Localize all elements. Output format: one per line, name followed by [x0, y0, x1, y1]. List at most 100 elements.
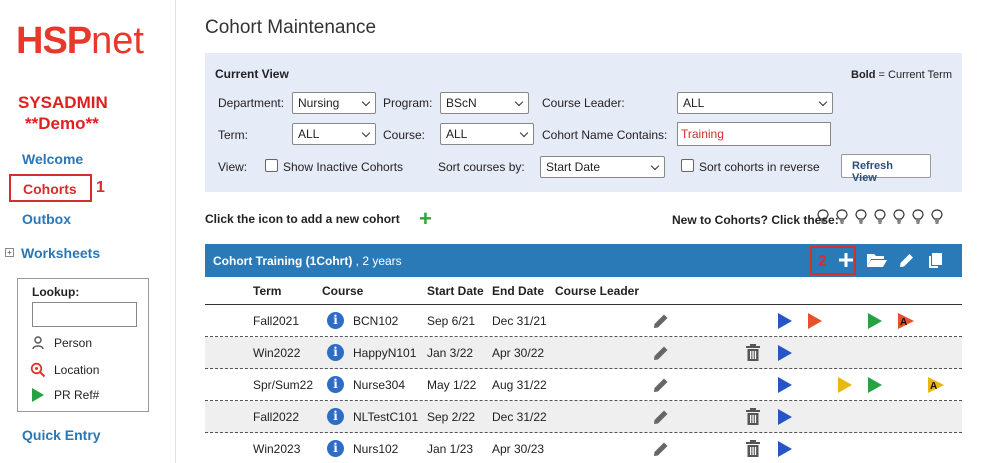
lightbulb-icon[interactable] [930, 209, 944, 225]
sort-reverse-checkbox[interactable] [681, 159, 694, 172]
nav-welcome[interactable]: Welcome [22, 151, 83, 167]
copy-icon[interactable] [927, 252, 943, 269]
add-cohort-plus-icon[interactable]: + [419, 206, 432, 232]
pencil-icon[interactable] [652, 312, 670, 330]
trash-icon[interactable] [745, 440, 761, 458]
info-icon[interactable]: i [327, 312, 344, 329]
row-end: Apr 30/22 [492, 346, 545, 360]
play-green-icon[interactable] [867, 312, 883, 330]
show-inactive-label: Show Inactive Cohorts [283, 160, 404, 174]
row-start: Sep 2/22 [427, 410, 476, 424]
row-course[interactable]: BCN102 [353, 314, 398, 328]
nav-cohorts[interactable]: Cohorts [23, 181, 77, 197]
play-yellow-icon[interactable] [837, 376, 853, 394]
info-icon[interactable]: i [327, 408, 344, 425]
lightbulb-icon[interactable] [835, 209, 849, 225]
pencil-icon[interactable] [898, 252, 915, 269]
row-term: Win2022 [253, 346, 301, 360]
lookup-panel: Lookup: Person Location PR Ref# [17, 278, 149, 412]
info-icon[interactable]: i [327, 376, 344, 393]
current-term-note: Bold = Current Term [851, 69, 952, 81]
location-search-icon [30, 362, 46, 378]
lightbulb-icon[interactable] [854, 209, 868, 225]
table-row: Win2022 i HappyN101 Jan 3/22 Apr 30/22 [205, 337, 962, 369]
row-term: Fall2021 [253, 314, 300, 328]
course-leader-select[interactable]: ALL [677, 92, 833, 114]
row-course[interactable]: NLTestC101 [353, 410, 418, 424]
course-select[interactable]: ALL [440, 123, 534, 145]
nav-worksheets[interactable]: Worksheets [21, 245, 100, 261]
show-inactive-checkbox[interactable] [265, 159, 278, 172]
info-icon[interactable]: i [327, 344, 344, 361]
lookup-input[interactable] [32, 302, 137, 327]
play-icon [30, 387, 46, 403]
play-a-yellow-icon[interactable]: A [927, 376, 945, 394]
current-view-title: Current View [215, 67, 289, 81]
page-title: Cohort Maintenance [205, 17, 377, 38]
nav-outbox[interactable]: Outbox [22, 211, 71, 227]
col-term[interactable]: Term [253, 284, 281, 298]
folder-open-icon[interactable] [866, 252, 888, 268]
new-to-cohorts-text: New to Cohorts? Click these: [672, 213, 839, 227]
row-start: Jan 3/22 [427, 346, 474, 360]
col-course[interactable]: Course [322, 284, 363, 298]
current-view-panel: Current View Bold = Current Term Departm… [205, 53, 962, 192]
lightbulb-icon[interactable] [892, 209, 906, 225]
lookup-location-label: Location [54, 363, 100, 377]
row-term: Fall2022 [253, 410, 300, 424]
program-select[interactable]: BScN [440, 92, 529, 114]
col-end-date[interactable]: End Date [492, 284, 544, 298]
sort-courses-select[interactable]: Start Date [540, 156, 665, 178]
lookup-location[interactable]: Location [30, 362, 99, 378]
department-select[interactable]: Nursing [292, 92, 376, 114]
info-icon[interactable]: i [327, 440, 344, 457]
nav-cohorts-highlight[interactable]: Cohorts [9, 174, 92, 202]
view-label: View: [218, 160, 248, 174]
lightbulb-icon[interactable] [911, 209, 925, 225]
pencil-icon[interactable] [652, 440, 670, 458]
row-course[interactable]: Nurse304 [353, 378, 405, 392]
sort-reverse-label: Sort cohorts in reverse [699, 160, 820, 174]
row-term: Win2023 [253, 442, 301, 456]
lookup-pr-ref[interactable]: PR Ref# [30, 387, 99, 403]
trash-icon[interactable] [745, 344, 761, 362]
annotation-2: 2 [818, 253, 827, 270]
table-header: Term Course Start Date End Date Course L… [205, 282, 962, 305]
add-term-plus-icon[interactable] [838, 252, 854, 268]
pencil-icon[interactable] [652, 344, 670, 362]
play-blue-icon[interactable] [777, 440, 793, 458]
program-label: Program: [383, 96, 433, 110]
refresh-view-button[interactable]: Refresh View [841, 154, 931, 184]
col-course-leader[interactable]: Course Leader [555, 284, 639, 298]
nav-quick-entry[interactable]: Quick Entry [22, 427, 101, 443]
sidebar: HSPnet SYSADMIN **Demo** Welcome Cohorts… [0, 0, 176, 463]
lookup-person[interactable]: Person [30, 335, 92, 351]
row-course[interactable]: Nurs102 [353, 442, 398, 456]
expand-icon[interactable]: + [5, 248, 14, 257]
pencil-icon[interactable] [652, 408, 670, 426]
play-blue-icon[interactable] [777, 408, 793, 426]
play-blue-icon[interactable] [777, 312, 793, 330]
play-blue-icon[interactable] [777, 344, 793, 362]
lookup-title: Lookup: [32, 285, 80, 299]
pencil-icon[interactable] [652, 376, 670, 394]
cohort-name-input[interactable]: Training [677, 122, 831, 146]
course-leader-label: Course Leader: [542, 96, 625, 110]
play-blue-icon[interactable] [777, 376, 793, 394]
row-term: Spr/Sum22 [253, 378, 314, 392]
table-row: Win2023 i Nurs102 Jan 1/23 Apr 30/23 [205, 433, 962, 463]
trash-icon[interactable] [745, 408, 761, 426]
hspnet-logo[interactable]: HSPnet [16, 22, 144, 60]
play-green-icon[interactable] [867, 376, 883, 394]
play-a-red-icon[interactable]: A [897, 312, 915, 330]
term-label: Term: [218, 128, 248, 142]
term-select[interactable]: ALL [292, 123, 376, 145]
col-start-date[interactable]: Start Date [427, 284, 484, 298]
lightbulb-icon[interactable] [873, 209, 887, 225]
department-label: Department: [218, 96, 285, 110]
lightbulb-icon[interactable] [816, 209, 830, 225]
play-red-icon[interactable] [807, 312, 823, 330]
row-end: Aug 31/22 [492, 378, 547, 392]
row-course[interactable]: HappyN101 [353, 346, 416, 360]
row-start: Jan 1/23 [427, 442, 474, 456]
